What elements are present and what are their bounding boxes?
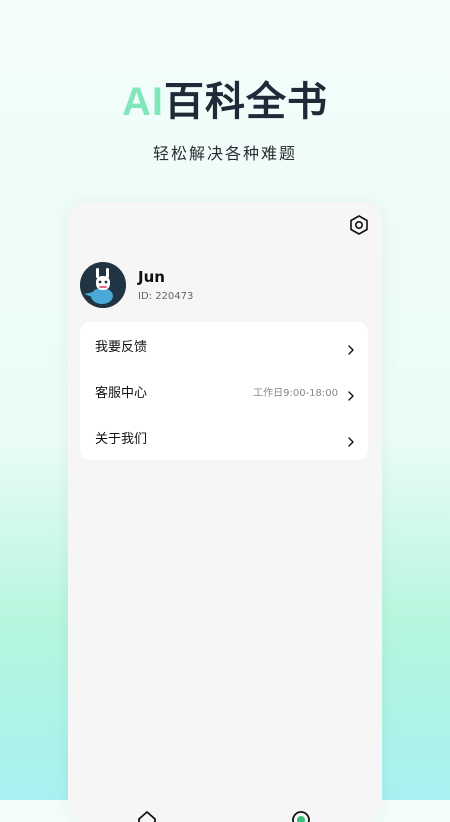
chevron-right-icon [346, 386, 356, 401]
user-id: ID: 220473 [138, 291, 194, 302]
menu-panel: 我要反馈 客服中心 工作日9:00-18:00 关于我们 [80, 322, 368, 460]
menu-item-about[interactable]: 关于我们 [80, 414, 368, 460]
chevron-right-icon [346, 432, 356, 447]
hero-title-text: 百科全书 [164, 79, 328, 125]
hero-title: AI百科全书 [0, 76, 450, 128]
menu-item-customer-service-label: 客服中心 [95, 385, 148, 401]
menu-item-about-label: 关于我们 [95, 431, 148, 447]
phone-card: Jun ID: 220473 我要反馈 客服中心 工作日9:00-18:00 关… [68, 202, 382, 822]
avatar[interactable] [80, 262, 126, 308]
home-icon[interactable] [136, 810, 158, 822]
settings-icon[interactable] [348, 214, 370, 236]
menu-item-feedback-label: 我要反馈 [95, 339, 148, 355]
hero-subtitle: 轻松解决各种难题 [152, 144, 297, 163]
user-name: Jun [138, 268, 165, 286]
avatar-image [80, 262, 126, 308]
menu-item-feedback[interactable]: 我要反馈 [80, 322, 368, 368]
hero-title-ai: AI [122, 80, 164, 124]
chevron-right-icon [346, 340, 356, 355]
menu-item-customer-service[interactable]: 客服中心 工作日9:00-18:00 [80, 368, 368, 414]
customer-service-hours: 工作日9:00-18:00 [253, 387, 338, 399]
settings-icon-svg [350, 215, 368, 235]
profile-icon[interactable] [290, 810, 312, 822]
